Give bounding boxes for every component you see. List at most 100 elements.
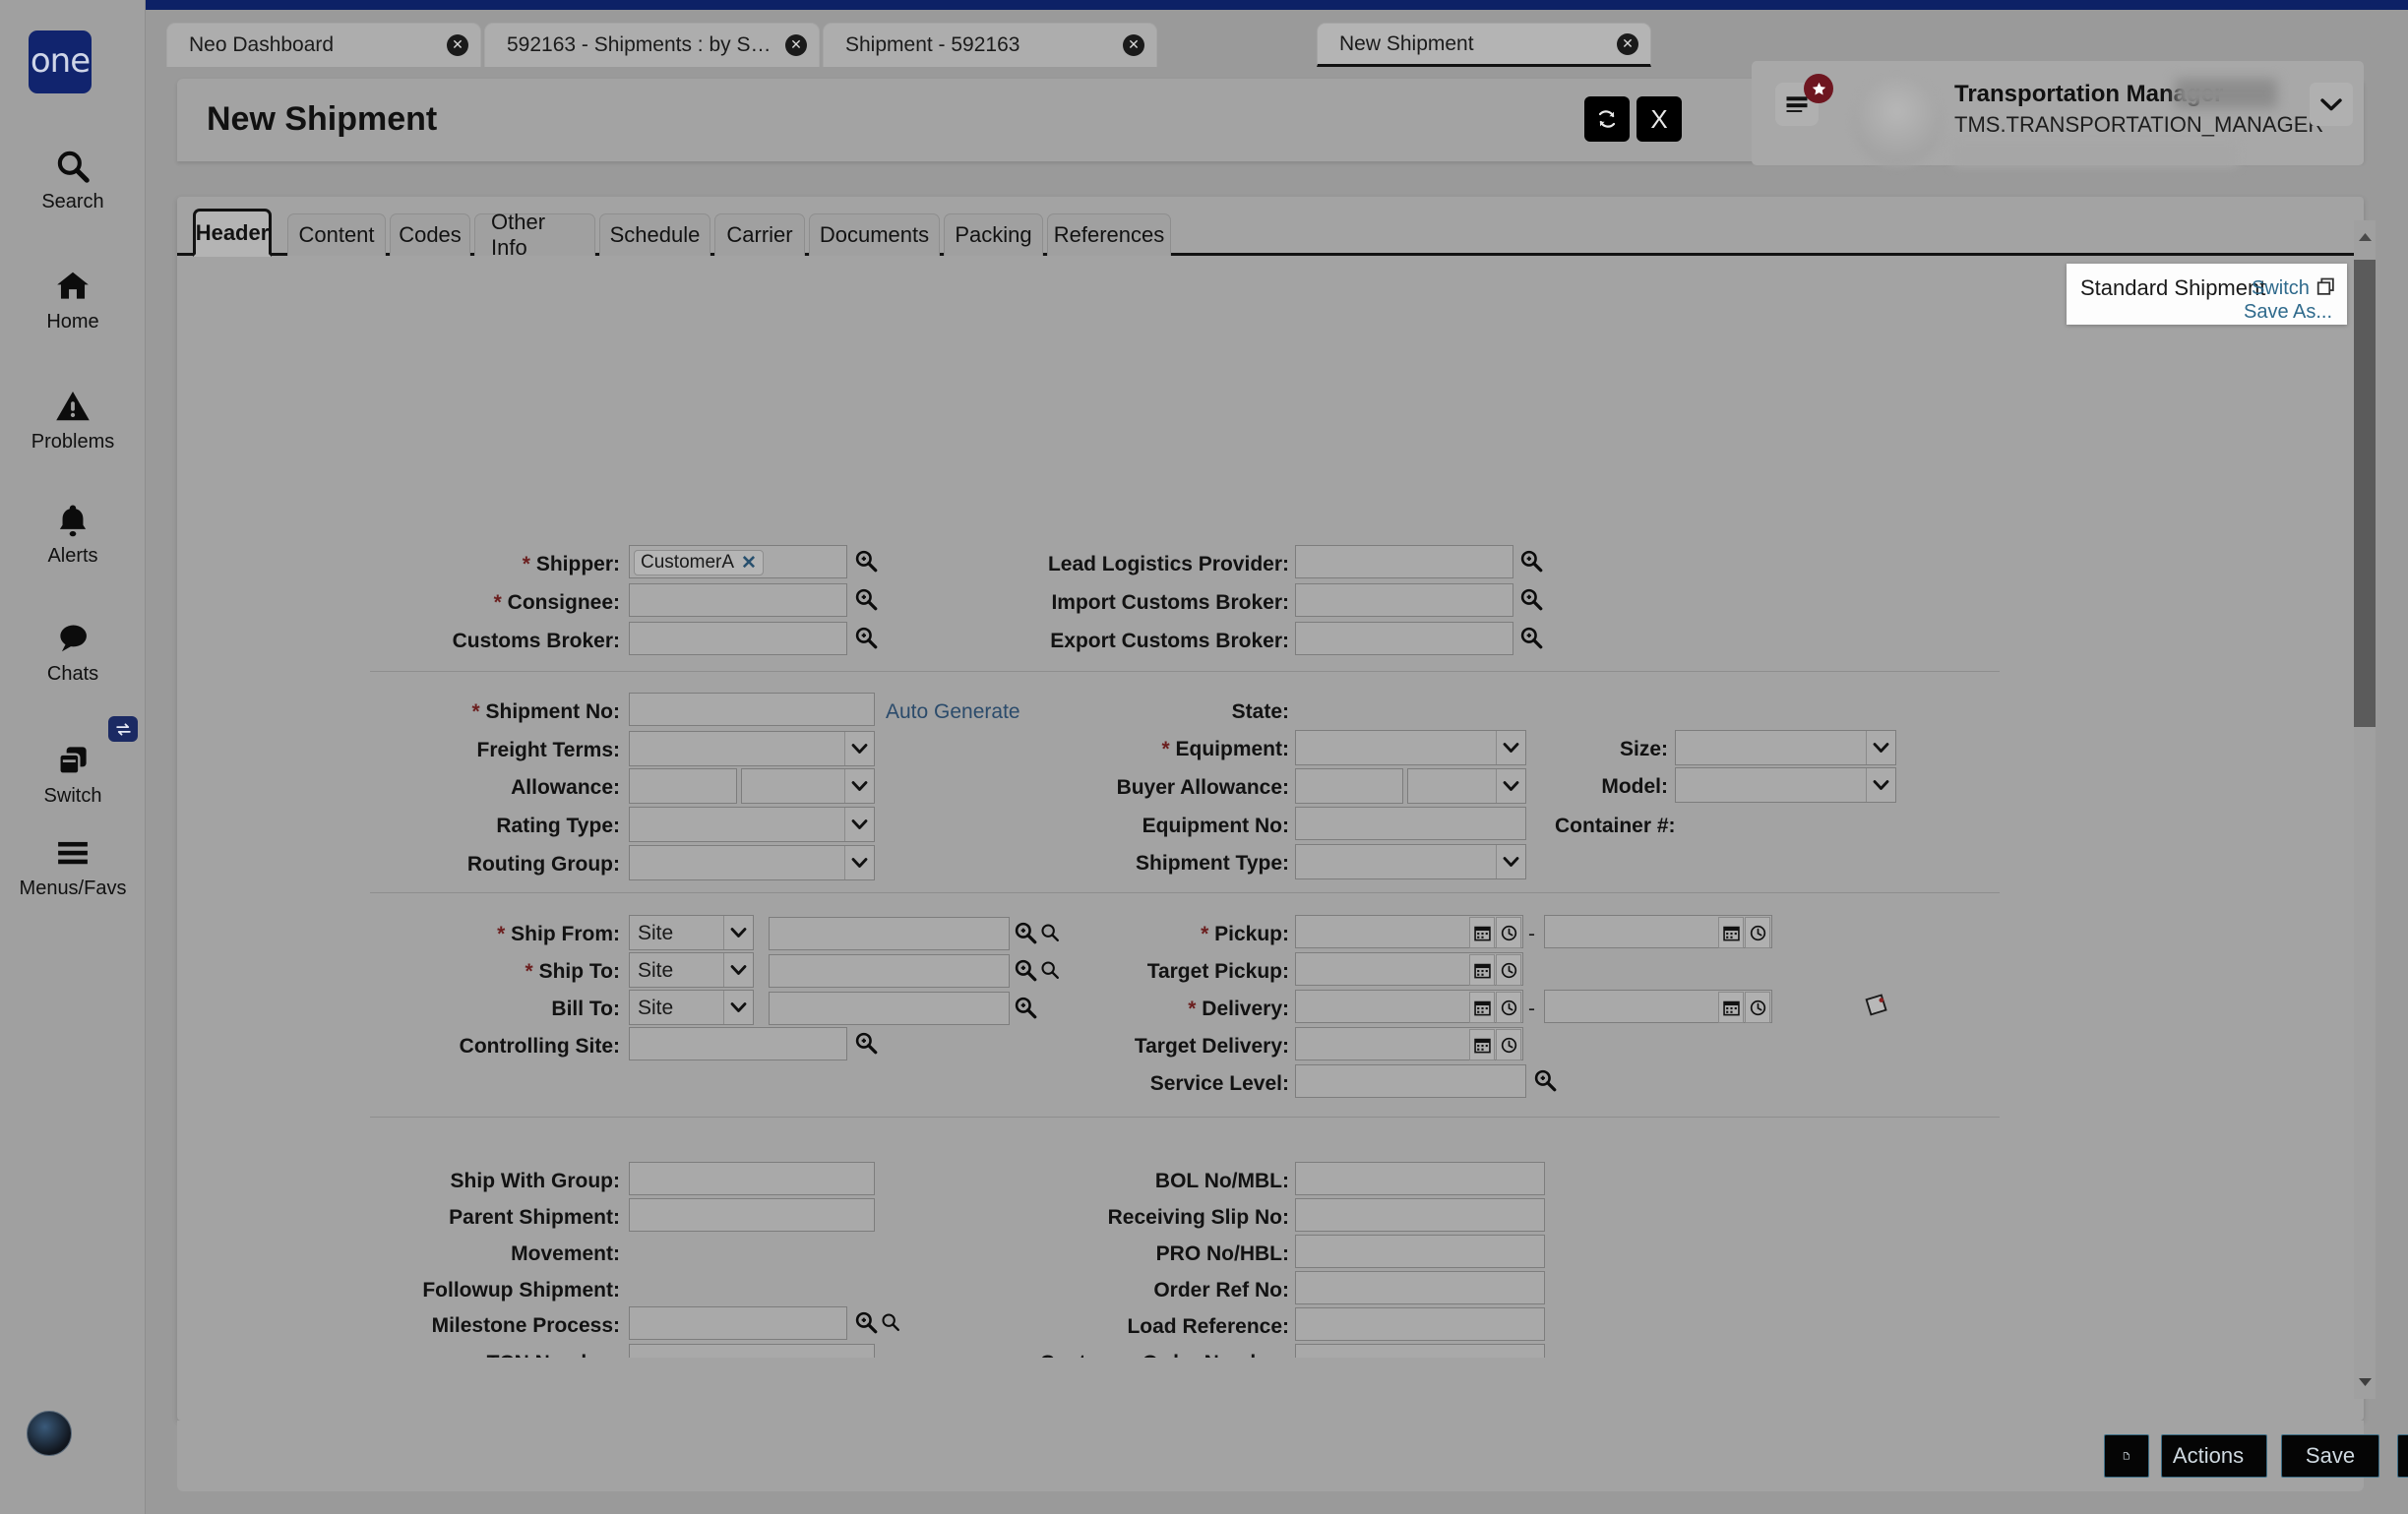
calendar-icon[interactable] [1469, 917, 1495, 948]
bill-to-input[interactable] [769, 992, 1010, 1025]
rating-type-select[interactable] [629, 807, 875, 842]
export-customs-broker-input[interactable] [1295, 622, 1513, 655]
allowance-unit-select[interactable] [741, 768, 875, 804]
favorites-star-badge[interactable] [1804, 74, 1833, 103]
receiving-slip-no-input[interactable] [1295, 1198, 1545, 1232]
customs-broker-lookup-icon[interactable] [853, 625, 879, 655]
tab-references[interactable]: References [1047, 213, 1171, 256]
ship-to-input[interactable] [769, 954, 1010, 988]
refresh-button[interactable] [1584, 96, 1630, 142]
vertical-scrollbar[interactable] [2354, 220, 2376, 1399]
lead-logistics-provider-lookup-icon[interactable] [1518, 548, 1544, 578]
save-as-link[interactable]: Save As... [2244, 301, 2332, 324]
calendar-icon[interactable] [1469, 1029, 1495, 1060]
rail-item-problems[interactable]: Problems [0, 386, 146, 454]
buyer-allowance-input[interactable] [1295, 768, 1403, 804]
pro-no-input[interactable] [1295, 1235, 1545, 1268]
controlling-site-lookup-icon[interactable] [853, 1030, 879, 1060]
bol-no-input[interactable] [1295, 1162, 1545, 1195]
target-pickup-input[interactable] [1295, 952, 1523, 986]
tab-codes[interactable]: Codes [390, 213, 470, 256]
tab-content[interactable]: Content [287, 213, 386, 256]
calendar-icon[interactable] [1718, 992, 1744, 1023]
copy-shipment-button[interactable] [2104, 1434, 2149, 1478]
window-tab-shipment-592163[interactable]: Shipment - 592163 ✕ [823, 23, 1157, 67]
rail-item-search[interactable]: Search [0, 146, 146, 213]
window-tab-neo-dashboard[interactable]: Neo Dashboard ✕ [166, 23, 481, 67]
controlling-site-input[interactable] [629, 1027, 847, 1060]
switch-toggle-badge[interactable] [108, 716, 138, 742]
shipper-input[interactable]: CustomerA ✕ [629, 545, 847, 578]
ship-to-lookup-icon[interactable] [1013, 957, 1038, 988]
ship-to-search-icon[interactable] [1039, 959, 1061, 986]
clock-icon[interactable] [1496, 1029, 1521, 1060]
lead-logistics-provider-input[interactable] [1295, 545, 1513, 578]
tab-documents[interactable]: Documents [809, 213, 940, 256]
scroll-down-icon[interactable] [2354, 1371, 2376, 1393]
tab-carrier[interactable]: Carrier [714, 213, 805, 256]
ship-with-group-input[interactable] [629, 1162, 875, 1195]
tab-header[interactable]: Header [193, 209, 272, 257]
export-customs-broker-lookup-icon[interactable] [1518, 625, 1544, 655]
next-button[interactable]: Next [2397, 1434, 2408, 1478]
delivery-to-input[interactable] [1544, 990, 1772, 1023]
delivery-from-input[interactable] [1295, 990, 1523, 1023]
rail-avatar[interactable] [27, 1411, 72, 1456]
bill-to-type-select[interactable]: Site [629, 990, 754, 1025]
ship-from-type-select[interactable]: Site [629, 915, 754, 950]
shipment-type-select[interactable] [1295, 844, 1526, 879]
tcn-number-input[interactable] [629, 1344, 875, 1358]
target-delivery-input[interactable] [1295, 1027, 1523, 1060]
tab-packing[interactable]: Packing [944, 213, 1043, 256]
tab-other-info[interactable]: Other Info [474, 210, 595, 260]
rail-item-switch[interactable]: Switch [0, 740, 146, 808]
rail-item-chats[interactable]: Chats [0, 618, 146, 686]
copy-icon[interactable] [2315, 276, 2336, 302]
window-tab-shipments-list[interactable]: 592163 - Shipments : by Shipme... ✕ [484, 23, 820, 67]
ship-from-search-icon[interactable] [1039, 922, 1061, 948]
customer-order-number-input[interactable] [1295, 1344, 1545, 1358]
load-reference-input[interactable] [1295, 1307, 1545, 1341]
customs-broker-input[interactable] [629, 622, 847, 655]
consignee-lookup-icon[interactable] [853, 586, 879, 617]
scrollbar-thumb[interactable] [2354, 260, 2376, 727]
allowance-input[interactable] [629, 768, 737, 804]
user-menu-caret[interactable] [2310, 83, 2353, 126]
clock-icon[interactable] [1496, 917, 1521, 948]
size-select[interactable] [1675, 730, 1896, 765]
model-select[interactable] [1675, 767, 1896, 803]
rail-item-home[interactable]: Home [0, 266, 146, 333]
service-level-lookup-icon[interactable] [1532, 1067, 1558, 1098]
calendar-icon[interactable] [1469, 954, 1495, 986]
milestone-process-input[interactable] [629, 1306, 847, 1340]
consignee-input[interactable] [629, 583, 847, 617]
calendar-icon[interactable] [1469, 992, 1495, 1023]
rail-item-menus-favs[interactable]: Menus/Favs [0, 832, 146, 900]
clock-icon[interactable] [1745, 917, 1770, 948]
import-customs-broker-lookup-icon[interactable] [1518, 586, 1544, 617]
window-tab-new-shipment[interactable]: New Shipment ✕ [1317, 23, 1651, 67]
auto-generate-link[interactable]: Auto Generate [886, 700, 1020, 724]
close-page-button[interactable]: X [1636, 96, 1682, 142]
shipper-lookup-icon[interactable] [853, 548, 879, 578]
close-icon[interactable]: ✕ [785, 34, 807, 56]
save-button[interactable]: Save [2281, 1434, 2379, 1478]
import-customs-broker-input[interactable] [1295, 583, 1513, 617]
clock-icon[interactable] [1745, 992, 1770, 1023]
parent-shipment-input[interactable] [629, 1198, 875, 1232]
bill-to-lookup-icon[interactable] [1013, 995, 1038, 1025]
milestone-process-search-icon[interactable] [880, 1311, 901, 1338]
service-level-input[interactable] [1295, 1064, 1526, 1098]
freight-terms-select[interactable] [629, 731, 875, 766]
actions-button[interactable]: Actions [2161, 1434, 2267, 1478]
calendar-icon[interactable] [1718, 917, 1744, 948]
delivery-note-icon[interactable] [1862, 992, 1889, 1024]
order-ref-no-input[interactable] [1295, 1271, 1545, 1304]
routing-group-select[interactable] [629, 845, 875, 880]
shipper-chip[interactable]: CustomerA ✕ [634, 550, 764, 575]
clock-icon[interactable] [1496, 954, 1521, 986]
pickup-from-input[interactable] [1295, 915, 1523, 948]
scroll-up-icon[interactable] [2354, 226, 2376, 248]
milestone-process-lookup-icon[interactable] [853, 1309, 879, 1340]
ship-from-input[interactable] [769, 917, 1010, 950]
